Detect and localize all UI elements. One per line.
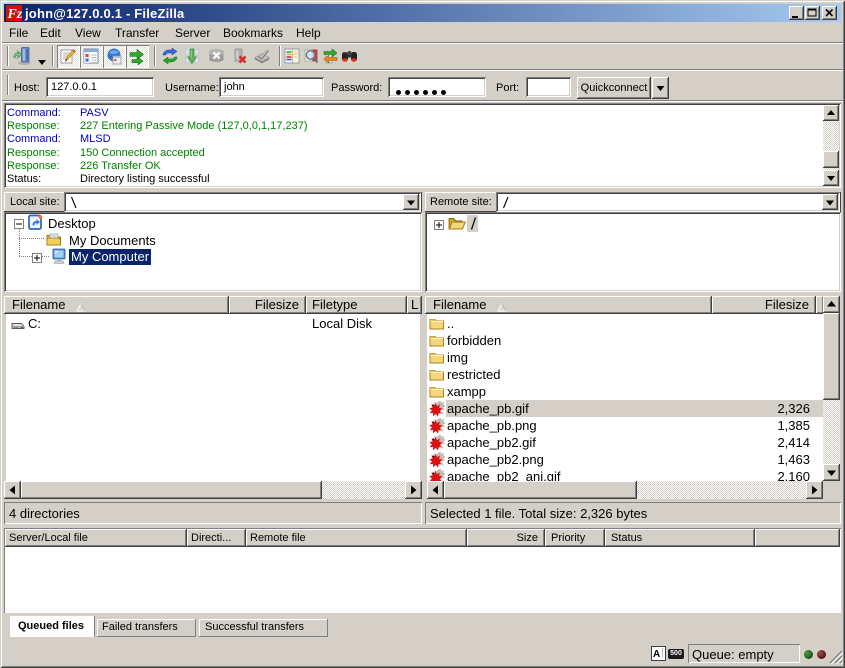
svg-text:Fz: Fz <box>7 7 23 21</box>
svg-text:A: A <box>653 649 660 660</box>
